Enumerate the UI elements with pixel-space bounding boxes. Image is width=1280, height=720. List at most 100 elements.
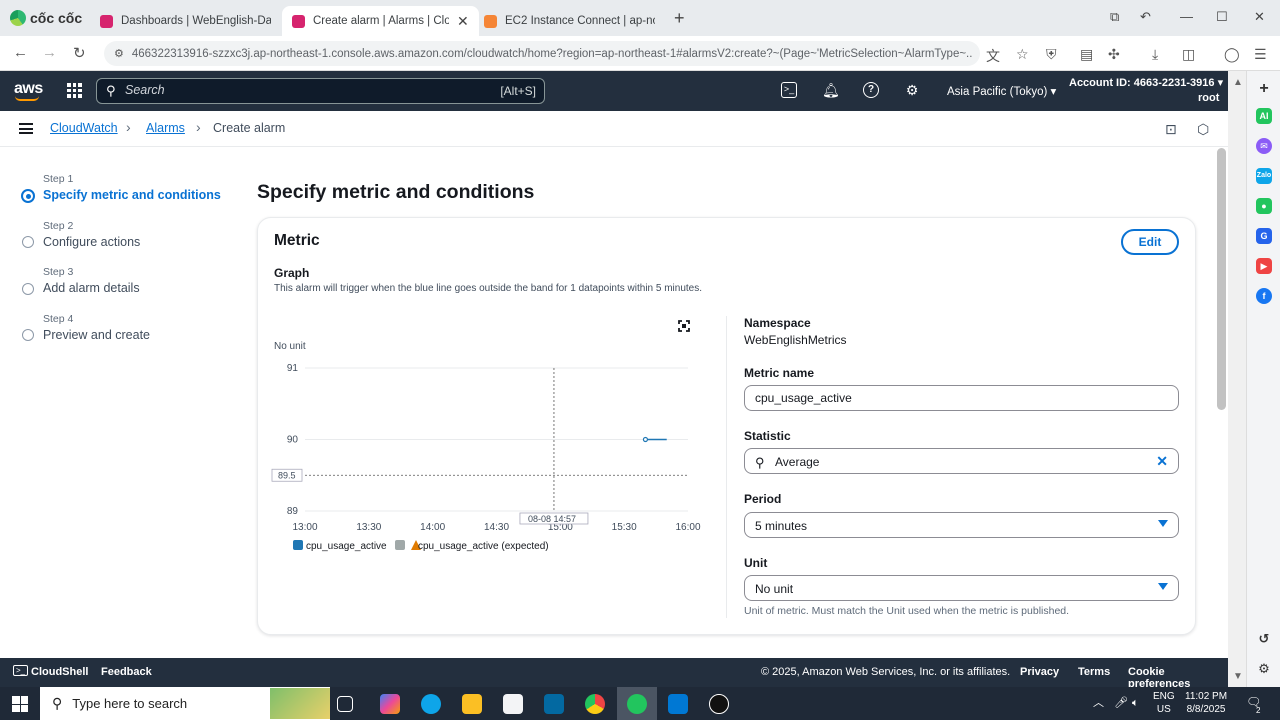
new-tab-icon[interactable]: + (674, 8, 685, 29)
graph-description: This alarm will trigger when the blue li… (274, 283, 703, 294)
copilot-icon[interactable] (380, 694, 400, 714)
y-tick-label: 91 (287, 363, 299, 374)
account-menu[interactable]: Account ID: 4663-2231-3916 ▾ (1069, 76, 1223, 89)
microphone-icon[interactable]: 🎤︎ (1114, 697, 1128, 710)
sidebar-settings-icon[interactable]: ⚙ (1256, 661, 1272, 677)
windows-start-icon[interactable] (12, 696, 28, 712)
legend-label-actual: cpu_usage_active (306, 541, 387, 552)
maximize-icon[interactable]: ☐ (1216, 9, 1228, 25)
cloudshell-icon[interactable]: >_ (781, 82, 797, 98)
cloudshell-link[interactable]: CloudShell (31, 666, 88, 678)
scroll-down-icon[interactable]: ▼ (1233, 671, 1243, 682)
tab-create-alarm[interactable]: Create alarm | Alarms | Clo ✕ (282, 6, 479, 36)
cast-icon[interactable]: ⧉ (1110, 9, 1119, 25)
search-icon: ⚲ (106, 83, 116, 98)
coccoc-taskbar-icon[interactable] (627, 694, 647, 714)
bookmark-star-icon[interactable]: ☆ (1016, 46, 1029, 63)
shield-icon[interactable]: ⛨ (1046, 46, 1057, 63)
tray-chevron-icon[interactable]: ︿ (1093, 697, 1104, 710)
y-grid (305, 367, 688, 512)
step-1-title[interactable]: Specify metric and conditions (43, 188, 221, 202)
ai-assistant-icon[interactable]: AI (1256, 108, 1272, 124)
aws-logo-text: aws (14, 80, 43, 97)
feedback-link[interactable]: Feedback (101, 666, 152, 678)
history-icon[interactable]: ↺ (1256, 631, 1272, 647)
hamburger-menu-icon[interactable] (19, 123, 33, 134)
breadcrumb-alarms[interactable]: Alarms (146, 121, 185, 135)
scroll-up-icon[interactable]: ▲ (1233, 77, 1243, 88)
edge-icon[interactable] (421, 694, 441, 714)
screen-icon[interactable]: ⊡ (1165, 121, 1177, 138)
bell-icon[interactable]: 🔔︎ (822, 82, 840, 98)
help-icon[interactable]: ? (863, 82, 879, 98)
chart-legend: cpu_usage_active cpu_usage_active (expec… (293, 540, 549, 552)
privacy-link[interactable]: Privacy (1020, 666, 1059, 678)
expand-icon[interactable] (678, 320, 690, 332)
taskbar-search[interactable]: ⚲ Type here to search (40, 687, 330, 720)
period-select[interactable]: 5 minutes (744, 512, 1179, 538)
zalo-icon[interactable]: Zalo (1256, 168, 1272, 184)
file-explorer-icon[interactable] (462, 694, 482, 714)
add-icon[interactable]: + (1256, 81, 1272, 97)
terms-link[interactable]: Terms (1078, 666, 1110, 678)
youtube-icon[interactable]: ▶ (1256, 258, 1272, 274)
y-tick-label: 90 (287, 435, 299, 446)
close-tab-icon[interactable]: ✕ (457, 13, 469, 30)
outlook-icon[interactable] (544, 694, 564, 714)
game-icon[interactable]: ● (1256, 198, 1272, 214)
split-view-icon[interactable]: ◫ (1182, 46, 1195, 63)
tab-dashboards[interactable]: Dashboards | WebEnglish-Dash (90, 6, 281, 36)
settings-hex-icon[interactable]: ⬡ (1197, 121, 1209, 138)
clock[interactable]: 11:02 PM 8/8/2025 (1185, 690, 1227, 716)
back-icon[interactable]: ← (13, 44, 28, 61)
aws-search-box[interactable]: ⚲ [Alt+S] (96, 78, 545, 104)
edit-button[interactable]: Edit (1121, 229, 1179, 255)
back-history-icon[interactable]: ↶ (1140, 9, 1151, 25)
metric-chart[interactable]: No unit 919089 13:00 13:30 14:00 14:30 15:00… (268, 336, 708, 558)
metric-name-input[interactable] (744, 385, 1179, 411)
page-scrollbar[interactable] (1217, 148, 1226, 410)
unit-value: No unit (755, 582, 794, 596)
url-field[interactable]: ⚙ 466322313916-szzxc3j.ap-northeast-1.co… (104, 41, 980, 66)
store-icon[interactable] (503, 694, 523, 714)
vscode-icon[interactable] (668, 694, 688, 714)
gear-icon[interactable]: ⚙ (904, 82, 920, 98)
statistic-field[interactable]: ⚲ Average ✕ (744, 448, 1179, 474)
legend-swatch-actual (293, 540, 303, 550)
tab-ec2-connect[interactable]: EC2 Instance Connect | ap-north (474, 6, 665, 36)
region-selector[interactable]: Asia Pacific (Tokyo) ▾ (947, 84, 1056, 98)
windows-taskbar: ⚲ Type here to search ︿ 🎤︎ 🔈︎ ENG US 11:… (0, 687, 1280, 720)
aws-logo[interactable]: aws (14, 80, 43, 101)
extensions-icon[interactable]: ✣ (1108, 46, 1120, 63)
messenger-icon[interactable]: ✉ (1256, 138, 1272, 154)
site-info-icon[interactable]: ⚙ (114, 47, 124, 60)
minimize-icon[interactable]: — (1180, 9, 1193, 24)
aws-search-input[interactable] (125, 83, 455, 97)
close-window-icon[interactable]: ✕ (1254, 9, 1265, 25)
profile-icon[interactable]: ◯ (1224, 46, 1240, 63)
user-name[interactable]: root (1198, 92, 1219, 104)
sidebar-icon[interactable]: ▤ (1080, 46, 1093, 63)
chrome-icon[interactable] (585, 694, 605, 714)
namespace-value: WebEnglishMetrics (744, 333, 847, 347)
browser-scrollbar[interactable]: ▲ ▼ (1228, 71, 1246, 687)
services-grid-icon[interactable] (67, 83, 82, 98)
task-view-icon[interactable] (337, 696, 353, 712)
unit-select[interactable]: No unit (744, 575, 1179, 601)
language-indicator[interactable]: ENG US (1153, 690, 1175, 716)
forward-icon[interactable]: → (42, 44, 57, 61)
y-tick-label: 89 (287, 506, 299, 517)
translate-ext-icon[interactable]: G (1256, 228, 1272, 244)
facebook-icon[interactable]: f (1256, 288, 1272, 304)
cloudshell-footer-icon[interactable]: >_ (13, 665, 29, 676)
download-icon[interactable]: ⤓ (1152, 46, 1158, 63)
volume-icon[interactable]: 🔈︎ (1132, 697, 1139, 710)
breadcrumb-cloudwatch[interactable]: CloudWatch (50, 121, 118, 135)
obs-icon[interactable] (709, 694, 729, 714)
translate-icon[interactable]: 文 (986, 46, 1000, 66)
clear-icon[interactable]: ✕ (1156, 453, 1168, 470)
x-tick-label: 16:00 (675, 522, 700, 533)
reload-icon[interactable]: ↻ (73, 44, 86, 62)
menu-icon[interactable]: ☰ (1254, 46, 1267, 63)
series-lines (642, 436, 667, 443)
